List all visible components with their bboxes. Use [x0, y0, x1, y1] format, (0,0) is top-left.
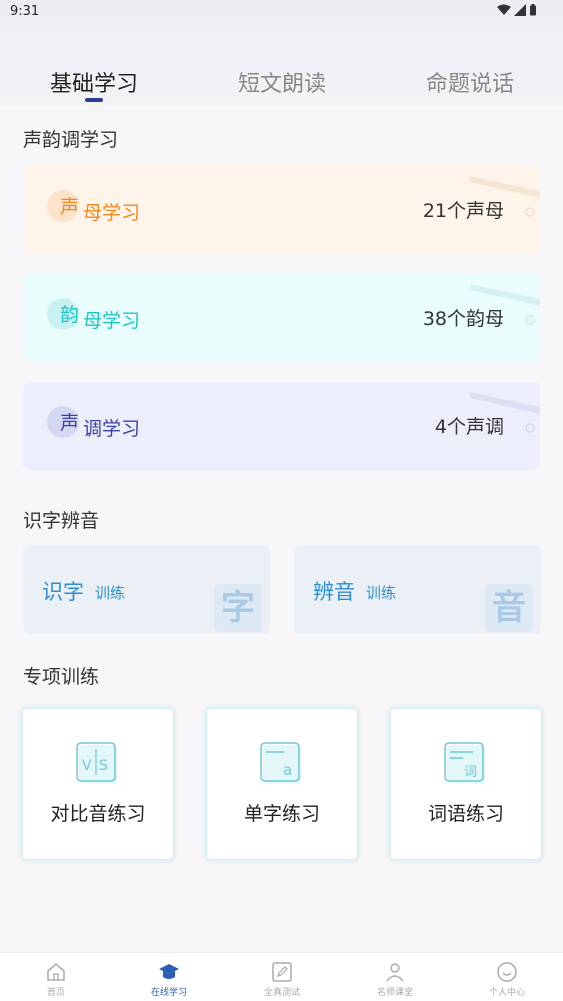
training-subtitle: 训练 — [95, 584, 126, 602]
graduation-cap-icon — [159, 964, 179, 979]
practice-label: 对比音练习 — [50, 803, 146, 825]
contrast-sound-practice[interactable]: V S 对比音练习 — [22, 708, 174, 860]
card-title: 母学习 — [83, 202, 141, 224]
word-icon: 词 — [444, 742, 485, 783]
vs-icon: V S — [76, 742, 117, 783]
char-icon: 字 — [214, 584, 262, 632]
training-subtitle: 训练 — [366, 584, 397, 602]
sound-discrimination-training[interactable]: 辨音 训练 音 — [294, 546, 541, 634]
decoration-icon — [470, 284, 540, 325]
tab-topic-speaking[interactable]: 命题说话 — [390, 66, 550, 98]
wifi-icon — [497, 4, 511, 15]
nav-label: 名师课堂 — [376, 988, 413, 998]
status-time: 9:31 — [10, 4, 40, 19]
single-char-practice[interactable]: a 单字练习 — [206, 708, 358, 860]
nav-mock-test[interactable]: 全真测试 — [226, 953, 338, 1001]
card-tones[interactable]: 声 调学习 4个声调 — [23, 382, 540, 470]
svg-text:a: a — [283, 761, 292, 779]
svg-text:S: S — [99, 758, 108, 774]
teacher-icon — [386, 963, 404, 982]
nav-label: 在线学习 — [150, 988, 187, 998]
card-title: 调学习 — [83, 418, 141, 440]
section-title-tones: 声韵调学习 — [23, 129, 119, 151]
single-char-icon: a — [260, 742, 301, 783]
smile-icon — [497, 962, 517, 982]
tab-short-reading[interactable]: 短文朗读 — [202, 66, 362, 98]
card-initials[interactable]: 声 母学习 21个声母 — [23, 166, 540, 254]
svg-text:词: 词 — [464, 765, 477, 780]
tab-basic-learning[interactable]: 基础学习 — [14, 66, 174, 98]
practice-label: 词语练习 — [427, 803, 504, 825]
nav-label: 首页 — [46, 988, 65, 998]
battery-icon — [530, 4, 536, 16]
section-title-recognition: 识字辨音 — [23, 510, 100, 532]
nav-label: 个人中心 — [488, 988, 525, 998]
word-practice[interactable]: 词 词语练习 — [390, 708, 542, 860]
status-bar: 9:31 — [0, 0, 563, 24]
card-first-char: 声 — [60, 196, 80, 218]
status-icons — [497, 4, 537, 16]
active-tab-indicator — [85, 98, 103, 102]
nav-profile[interactable]: 个人中心 — [451, 953, 563, 1001]
training-title: 识字 — [42, 580, 84, 604]
bottom-nav: 首页 在线学习 全真测试 名师课堂 个人中心 — [0, 952, 563, 1001]
char-recognition-training[interactable]: 识字 训练 字 — [23, 546, 270, 634]
nav-home[interactable]: 首页 — [0, 953, 112, 1001]
section-title-special: 专项训练 — [23, 666, 100, 688]
decoration-icon — [470, 392, 540, 433]
card-first-char: 韵 — [60, 304, 80, 326]
sound-icon: 音 — [485, 584, 533, 632]
card-title: 母学习 — [83, 310, 141, 332]
practice-label: 单字练习 — [243, 803, 320, 825]
card-first-char: 声 — [60, 412, 80, 434]
decoration-icon — [470, 176, 540, 217]
svg-text:V: V — [82, 758, 92, 774]
nav-online-learning[interactable]: 在线学习 — [113, 953, 225, 1001]
training-title: 辨音 — [313, 580, 355, 604]
edit-icon — [272, 962, 292, 982]
nav-label: 全真测试 — [263, 988, 300, 998]
card-finals[interactable]: 韵 母学习 38个韵母 — [23, 274, 540, 362]
signal-icon — [514, 4, 526, 16]
nav-teacher-class[interactable]: 名师课堂 — [339, 953, 451, 1001]
home-icon — [47, 963, 65, 981]
